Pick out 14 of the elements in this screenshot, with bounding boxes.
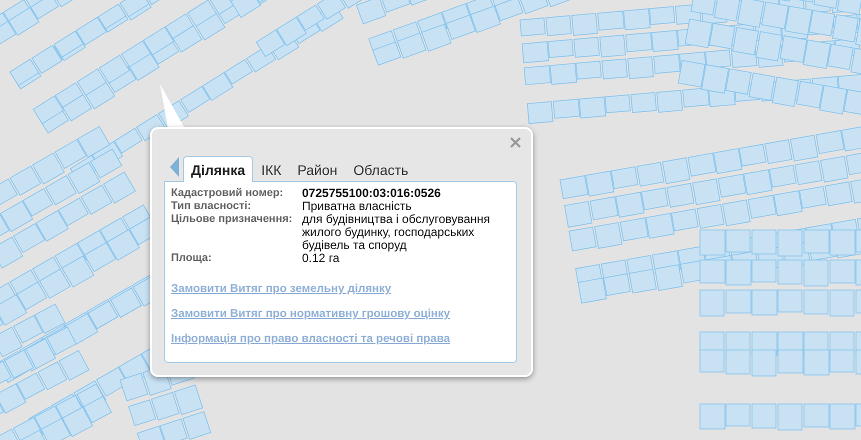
field-value: 0725755100:03:016:0526 [302, 187, 441, 200]
tab[interactable]: Область [345, 156, 416, 182]
field-label: Тип власності: [171, 200, 252, 213]
left-arrow-icon[interactable] [170, 157, 179, 177]
field-value: 0.12 га [302, 252, 340, 265]
field-label: Площа: [171, 252, 213, 265]
tab[interactable]: Район [289, 156, 346, 182]
field-label: Цільове призначення: [171, 213, 294, 226]
tab[interactable]: ІКК [253, 156, 290, 182]
field-value: Приватна власність [302, 200, 412, 213]
field-value: для будівництва і обслуговування жилого будинку, господарських будівель та споруд [302, 213, 492, 252]
close-icon[interactable] [510, 137, 521, 148]
tab[interactable]: Ділянка [183, 156, 254, 182]
field-label: Кадастровий номер: [171, 187, 284, 200]
